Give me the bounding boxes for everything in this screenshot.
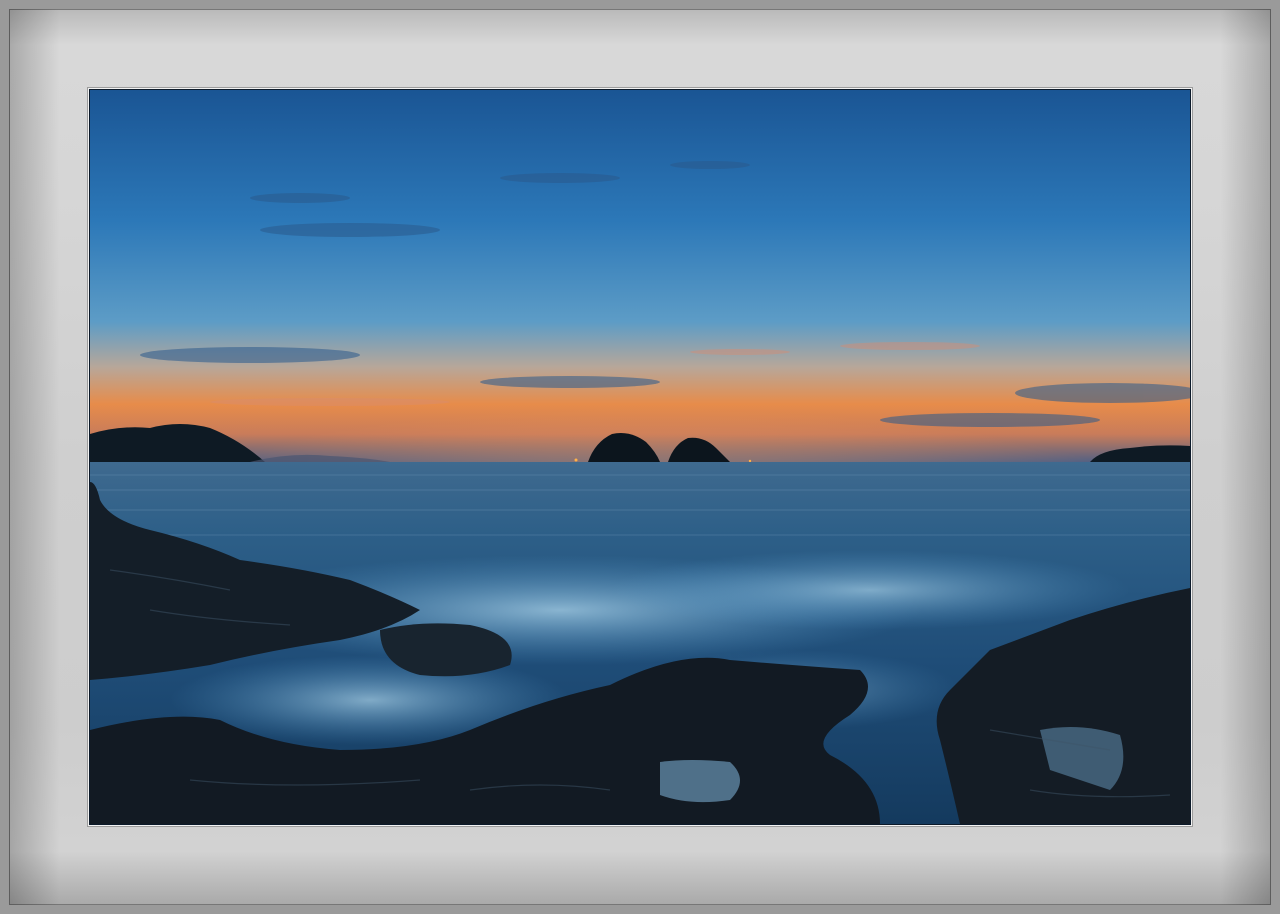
tide-pool xyxy=(660,760,740,803)
seascape-illustration xyxy=(90,90,1190,824)
seascape-photo xyxy=(90,90,1190,824)
